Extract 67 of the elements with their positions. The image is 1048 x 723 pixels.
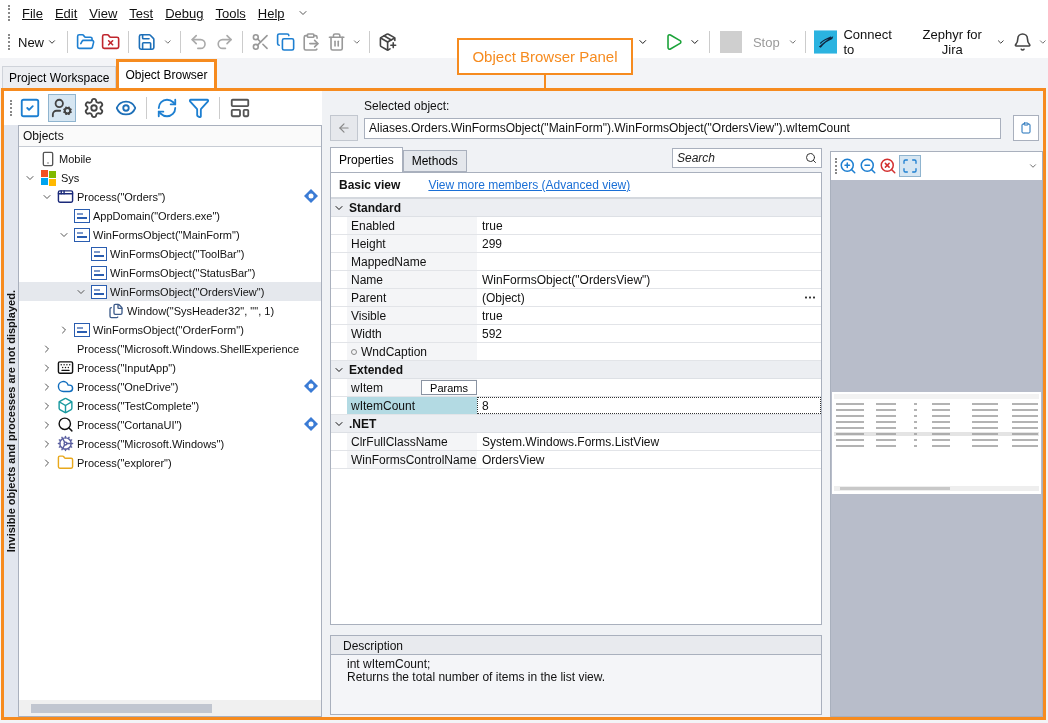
tree-item[interactable]: Process("Microsoft.Windows.ShellExperience	[19, 339, 321, 358]
tree-item[interactable]: WinFormsObject("ToolBar")	[19, 244, 321, 263]
tree-item[interactable]: WinFormsObject("OrderForm")	[19, 320, 321, 339]
tab[interactable]: Properties	[330, 147, 403, 172]
tree-item[interactable]: Process("explorer")	[19, 453, 321, 472]
tree-item[interactable]: Process("TestComplete")	[19, 396, 321, 415]
advanced-view-link[interactable]: View more members (Advanced view)	[428, 178, 631, 192]
tree-item[interactable]: Sys	[19, 168, 321, 187]
tab[interactable]: Object Browser	[116, 59, 217, 88]
property-name[interactable]: wItemCount	[347, 397, 477, 414]
property-name[interactable]: Name	[347, 271, 477, 288]
tab[interactable]: Project Workspace	[2, 66, 117, 88]
property-value[interactable]: 8	[477, 397, 821, 414]
property-name[interactable]: WndCaption	[347, 343, 477, 360]
property-value[interactable]: true	[477, 217, 821, 234]
property-name[interactable]: wItem Params	[347, 379, 477, 396]
view-label: Basic view	[339, 178, 401, 192]
search-field[interactable]: Search	[672, 148, 822, 168]
tab[interactable]: Methods	[402, 150, 467, 172]
property-value[interactable]: WinFormsObject("OrdersView")	[477, 271, 821, 288]
property-value[interactable]: true	[477, 307, 821, 324]
column-header: Objects	[19, 126, 321, 147]
menu-item[interactable]: Test	[129, 5, 154, 21]
menu-item[interactable]: View	[89, 5, 118, 21]
menu-item[interactable]: Debug	[165, 5, 204, 21]
tree-item[interactable]: Process("Microsoft.Windows")	[19, 434, 321, 453]
tree-item[interactable]: Window("SysHeader32", "", 1)	[19, 301, 321, 320]
tree-item[interactable]: Process("Orders")	[19, 187, 321, 206]
property-name[interactable]: Height	[347, 235, 477, 252]
property-name[interactable]: ClrFullClassName	[347, 433, 477, 450]
params-button[interactable]: Params	[421, 380, 477, 395]
property-value[interactable]: 592	[477, 325, 821, 342]
property-name[interactable]: Parent	[347, 289, 477, 306]
tree-item[interactable]: AppDomain("Orders.exe")	[19, 206, 321, 225]
property-value[interactable]: OrdersView	[477, 451, 821, 468]
connect-label: Connect to	[843, 27, 893, 57]
tree-item[interactable]: WinFormsObject("StatusBar")	[19, 263, 321, 282]
integration-dropdown[interactable]: Zephyr for Jira	[909, 25, 1008, 59]
group-header[interactable]: Extended	[331, 361, 821, 379]
tree-item[interactable]: Mobile	[19, 149, 321, 168]
property-name[interactable]: Width	[347, 325, 477, 342]
property-name[interactable]: Visible	[347, 307, 477, 324]
side-note: Invisible objects and processes are not displayed.	[5, 289, 17, 553]
callout-label: Object Browser Panel	[457, 38, 633, 75]
property-name[interactable]: WinFormsControlName	[347, 451, 477, 468]
tree-item[interactable]: Process("InputApp")	[19, 358, 321, 377]
group-header[interactable]: Standard	[331, 199, 821, 217]
object-path-field[interactable]: Aliases.Orders.WinFormsObject("MainForm").WinFormsObject("OrdersView").wItemCount	[364, 117, 1001, 139]
property-value[interactable]: System.Windows.Forms.ListView	[477, 433, 821, 450]
property-name[interactable]: MappedName	[347, 253, 477, 270]
description-title: Description	[331, 636, 821, 655]
tree-item[interactable]: Process("OneDrive")	[19, 377, 321, 396]
description-text: int wItemCount;	[347, 658, 432, 671]
description-text: Returns the total number of items in the list view.	[347, 671, 607, 684]
tree-item[interactable]: WinFormsObject("OrdersView")	[19, 282, 321, 301]
property-value[interactable]: 299	[477, 235, 821, 252]
property-name[interactable]: Enabled	[347, 217, 477, 234]
menu-item[interactable]: File	[22, 5, 43, 21]
group-header[interactable]: .NET	[331, 415, 821, 433]
tree-item[interactable]: Process("CortanaUI")	[19, 415, 321, 434]
menu-item[interactable]: Tools	[215, 5, 246, 21]
menu-item[interactable]: Edit	[54, 5, 78, 21]
tree-item[interactable]: WinFormsObject("MainForm")	[19, 225, 321, 244]
selected-object-label: Selected object:	[364, 99, 451, 113]
property-value[interactable]: (Object)	[477, 289, 821, 306]
new-button[interactable]: New	[16, 32, 59, 52]
menu-item[interactable]: Help	[257, 5, 285, 21]
